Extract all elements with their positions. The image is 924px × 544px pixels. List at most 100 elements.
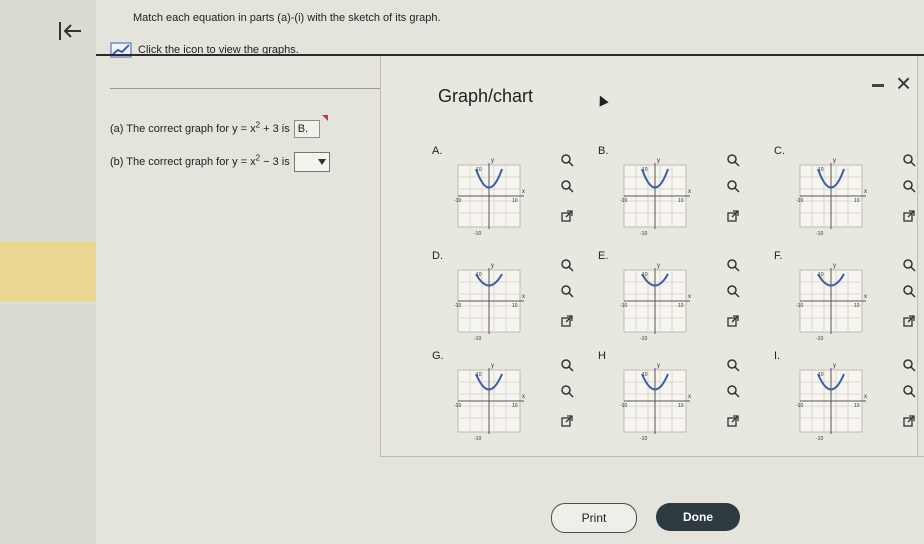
zoom-in-button[interactable] [902,258,916,272]
tick-label: -10 [796,198,803,204]
tick-label: 10 [476,167,482,173]
open-new-window-button[interactable] [726,209,740,223]
tick-label: 10 [818,372,824,378]
zoom-out-icon [727,180,740,193]
parabola-graph[interactable]: y x 10 -10 -10 10 [454,360,532,442]
option-letter: F. [774,250,783,262]
option-b: B. y x 10 -10 -10 10 [598,145,748,237]
zoom-out-button[interactable] [902,384,916,398]
tick-label: -10 [816,231,823,237]
tick-label: 10 [512,303,518,309]
question-a: (a) The correct graph for y = x2 + 3 is … [110,120,320,138]
zoom-out-button[interactable] [726,284,740,298]
x-axis-label: x [864,189,867,195]
zoom-in-button[interactable] [726,358,740,372]
open-new-window-button[interactable] [902,414,916,428]
parabola-graph[interactable]: y x 10 -10 -10 10 [620,360,698,442]
tick-label: -10 [454,303,461,309]
y-axis-label: y [833,158,836,164]
zoom-out-button[interactable] [560,179,574,193]
tick-label: -10 [796,403,803,409]
done-button[interactable]: Done [656,503,740,531]
parabola-graph[interactable]: y x 10 -10 -10 10 [796,260,874,342]
tick-label: 10 [512,403,518,409]
zoom-out-button[interactable] [560,284,574,298]
parabola-graph[interactable]: y x 10 -10 -10 10 [796,155,874,237]
question-a-answer[interactable]: B. [293,120,320,138]
open-new-window-button[interactable] [560,314,574,328]
external-link-icon [727,415,739,427]
sidebar-highlight [0,241,96,301]
zoom-out-button[interactable] [726,179,740,193]
zoom-in-icon [903,259,916,272]
zoom-in-button[interactable] [902,153,916,167]
external-link-icon [727,210,739,222]
tick-label: -10 [816,436,823,442]
zoom-in-button[interactable] [902,358,916,372]
zoom-out-icon [727,285,740,298]
option-f: F. y x 10 -10 -10 10 [774,250,924,342]
question-b: (b) The correct graph for y = x2 − 3 is [110,152,330,172]
tick-label: -10 [796,303,803,309]
zoom-in-button[interactable] [560,153,574,167]
question-b-dropdown[interactable] [293,152,330,172]
option-letter: I. [774,350,781,362]
zoom-in-icon [561,359,574,372]
open-new-window-button[interactable] [726,314,740,328]
zoom-in-button[interactable] [560,358,574,372]
zoom-in-button[interactable] [560,258,574,272]
external-link-icon [903,315,915,327]
parabola-graph[interactable]: y x 10 -10 -10 10 [620,260,698,342]
y-axis-label: y [491,263,494,269]
instruction-text: Match each equation in parts (a)-(i) wit… [133,12,441,24]
open-new-window-button[interactable] [726,414,740,428]
zoom-in-button[interactable] [726,153,740,167]
answer-marker [322,115,328,121]
x-axis-label: x [688,394,691,400]
tick-label: 10 [854,198,860,204]
option-e: E. y x 10 -10 -10 10 [598,250,748,342]
open-new-window-button[interactable] [902,209,916,223]
open-new-window-button[interactable] [560,209,574,223]
parabola-graph[interactable]: y x 10 -10 -10 10 [620,155,698,237]
zoom-out-icon [561,180,574,193]
zoom-out-button[interactable] [726,384,740,398]
parabola-graph[interactable]: y x 10 -10 -10 10 [454,155,532,237]
tick-label: 10 [512,198,518,204]
tick-label: -10 [620,198,627,204]
question-a-label: (a) The correct graph for y = x2 + 3 is [110,120,290,135]
tick-label: 10 [642,167,648,173]
option-letter: H [598,350,606,362]
zoom-in-button[interactable] [726,258,740,272]
zoom-in-icon [727,259,740,272]
y-axis-label: y [833,363,836,369]
close-icon[interactable]: × [896,70,911,96]
parabola-graph[interactable]: y x 10 -10 -10 10 [796,360,874,442]
external-link-icon [903,415,915,427]
tick-label: 10 [678,303,684,309]
zoom-out-button[interactable] [560,384,574,398]
zoom-out-icon [727,385,740,398]
zoom-out-button[interactable] [902,284,916,298]
parabola-graph[interactable]: y x 10 -10 -10 10 [454,260,532,342]
zoom-in-icon [727,359,740,372]
print-button[interactable]: Print [551,503,637,533]
option-letter: C. [774,145,785,157]
x-axis-label: x [522,394,525,400]
y-axis-label: y [657,263,660,269]
zoom-in-icon [903,359,916,372]
zoom-out-button[interactable] [902,179,916,193]
y-axis-label: y [833,263,836,269]
back-arrow-icon[interactable] [58,20,82,42]
zoom-in-icon [561,259,574,272]
divider [110,88,380,89]
option-letter: E. [598,250,609,262]
tick-label: -10 [474,436,481,442]
tick-label: -10 [474,231,481,237]
open-new-window-button[interactable] [560,414,574,428]
divider [380,456,924,457]
open-new-window-button[interactable] [902,314,916,328]
x-axis-label: x [522,294,525,300]
minimize-button[interactable] [872,84,884,87]
external-link-icon [903,210,915,222]
